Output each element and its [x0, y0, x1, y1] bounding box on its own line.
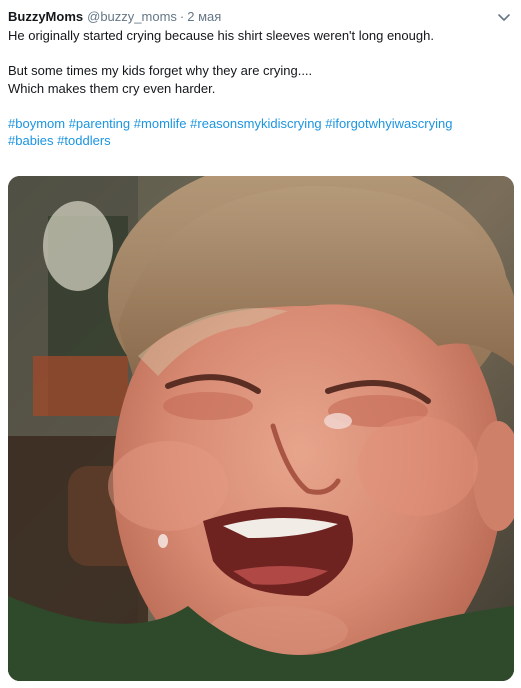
- hashtag-link[interactable]: #babies: [8, 133, 54, 148]
- hashtag-link[interactable]: #momlife: [134, 116, 187, 131]
- hashtag-link[interactable]: #boymom: [8, 116, 65, 131]
- hashtag-link[interactable]: #toddlers: [57, 133, 110, 148]
- chevron-down-icon-graphic: [498, 14, 510, 21]
- hashtag-list: #boymom #parenting #momlife #reasonsmyki…: [8, 115, 513, 150]
- tweet-text-line: He originally started crying because his…: [8, 28, 434, 43]
- tweet-text-line: Which makes them cry even harder.: [8, 80, 216, 96]
- hashtag-link[interactable]: #reasonsmykidiscrying: [190, 116, 322, 131]
- chevron-down-icon[interactable]: [496, 9, 512, 25]
- hashtag-link[interactable]: #parenting: [69, 116, 130, 131]
- tweet-header: BuzzyMoms @buzzy_moms · 2 мая: [8, 7, 513, 27]
- author-display-name[interactable]: BuzzyMoms: [8, 8, 83, 26]
- tweet: BuzzyMoms @buzzy_moms · 2 мая He origina…: [0, 0, 521, 688]
- author-handle[interactable]: @buzzy_moms: [87, 8, 177, 26]
- tweet-text: He originally started crying because his…: [8, 27, 513, 150]
- tweet-text-line: But some times my kids forget why they a…: [8, 63, 313, 78]
- crying-child-photo: [8, 176, 514, 681]
- hashtag-link[interactable]: #iforgotwhyiwascrying: [325, 116, 452, 131]
- tweet-photo[interactable]: [8, 176, 514, 681]
- separator-dot: ·: [179, 9, 185, 24]
- tweet-timestamp[interactable]: 2 мая: [187, 8, 221, 26]
